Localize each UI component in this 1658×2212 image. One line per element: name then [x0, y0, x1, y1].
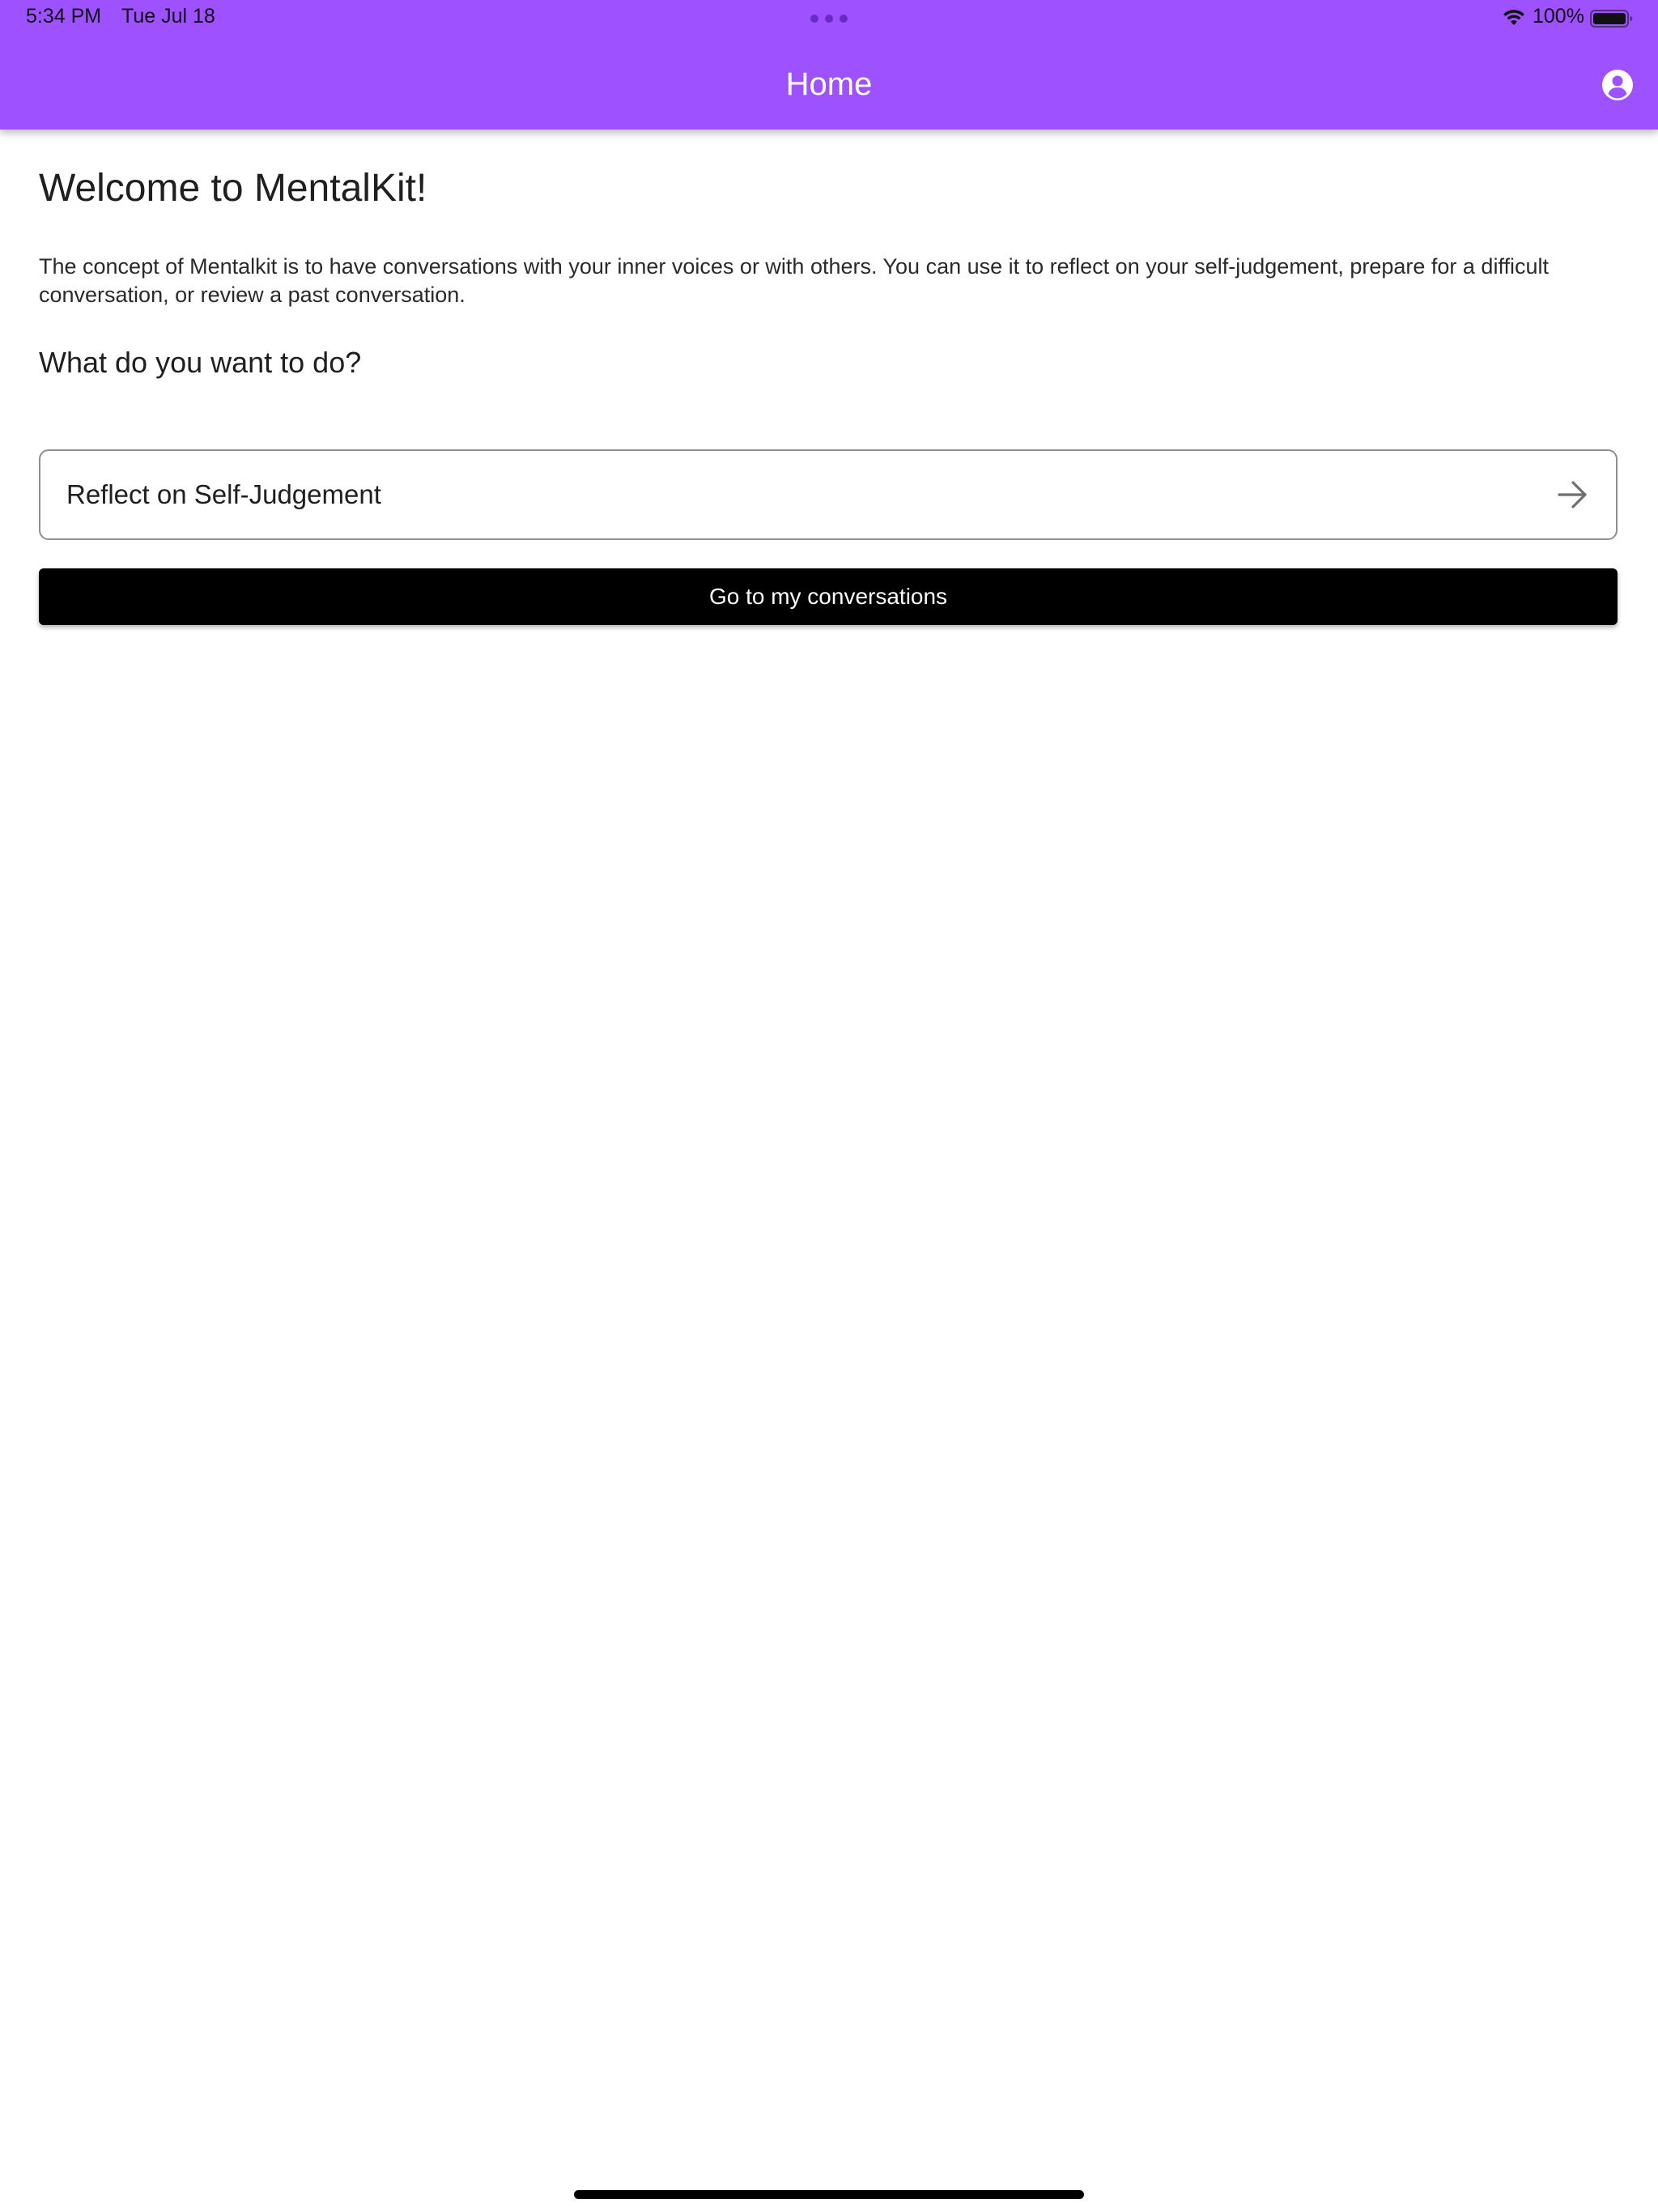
- option-label: Reflect on Self-Judgement: [66, 479, 381, 509]
- intro-text: The concept of Mentalkit is to have conv…: [39, 254, 1549, 307]
- go-to-conversations-button[interactable]: Go to my conversations: [39, 568, 1618, 625]
- battery-icon: [1590, 10, 1633, 28]
- account-circle-icon[interactable]: [1598, 66, 1637, 104]
- welcome-heading: Welcome to MentalKit!: [39, 167, 427, 210]
- reflect-self-judgement-option[interactable]: Reflect on Self-Judgement: [39, 449, 1618, 540]
- arrow-right-icon: [1558, 481, 1587, 508]
- question-heading: What do you want to do?: [39, 346, 362, 379]
- status-date: Tue Jul 18: [121, 5, 215, 28]
- multitask-dots-icon[interactable]: [810, 15, 848, 23]
- page-title-bar: Home: [785, 66, 873, 102]
- status-time: 5:34 PM: [26, 5, 102, 28]
- app-bar: 5:34 PM Tue Jul 18 100% Home: [0, 0, 1658, 130]
- wifi-icon: [1503, 10, 1524, 25]
- home-indicator[interactable]: [574, 2190, 1084, 2199]
- battery-percentage: 100%: [1533, 5, 1584, 28]
